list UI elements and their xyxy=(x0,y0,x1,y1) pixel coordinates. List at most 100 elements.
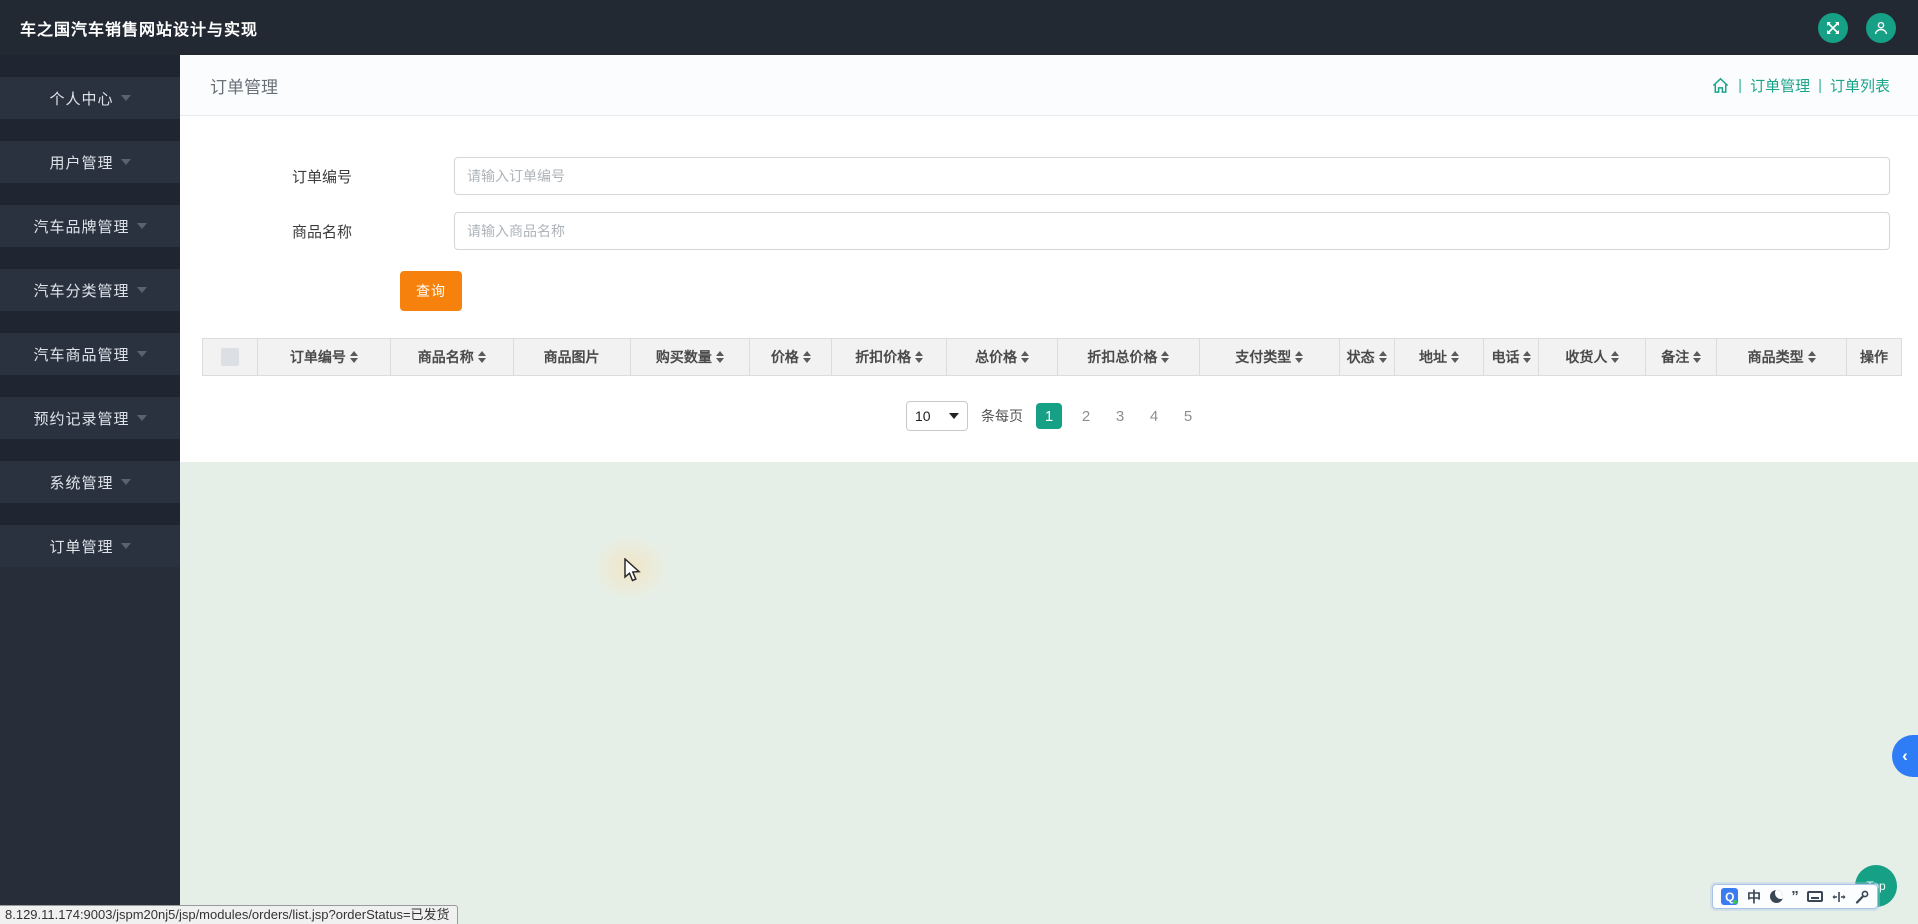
page-button[interactable]: 3 xyxy=(1110,403,1130,429)
table-column-header[interactable]: 地址 xyxy=(1395,339,1485,375)
ime-toolbar: Q 中 ” xyxy=(1712,884,1878,909)
sidebar-item[interactable]: 系统管理 xyxy=(0,461,180,503)
sidebar-menu: 个人中心 用户管理 汽车品牌管理 汽车分类管理 汽车商品管理 预约记录管理 系统… xyxy=(0,55,180,567)
table-column-header[interactable]: 商品类型 xyxy=(1717,339,1848,375)
breadcrumb: | 订单管理 | 订单列表 xyxy=(1711,75,1918,96)
sidebar-item[interactable]: 预约记录管理 xyxy=(0,397,180,439)
content-panel: 订单管理 | 订单管理 | 订单列表 订单编号 请输入订单编号 商品名称 请输入… xyxy=(180,55,1918,462)
page-header: 订单管理 | 订单管理 | 订单列表 xyxy=(180,55,1918,116)
sidebar-item[interactable]: 汽车商品管理 xyxy=(0,333,180,375)
sidebar-item-label: 系统管理 xyxy=(49,474,114,492)
click-highlight xyxy=(592,535,668,601)
table-column-header[interactable]: 商品名称 xyxy=(391,339,514,375)
user-icon xyxy=(1873,20,1889,36)
column-label: 地址 xyxy=(1419,349,1448,365)
sogou-logo-icon[interactable]: Q xyxy=(1721,888,1739,905)
page-size-select[interactable]: 10 xyxy=(906,401,968,431)
table-column-header[interactable]: 总价格 xyxy=(947,339,1058,375)
app-title: 车之国汽车销售网站设计与实现 xyxy=(20,21,259,39)
chevron-down-icon xyxy=(136,415,147,421)
sort-icon[interactable] xyxy=(349,351,358,363)
sidebar-item-label: 个人中心 xyxy=(49,90,114,108)
topbar-actions xyxy=(1818,12,1918,43)
table-column-header[interactable]: 订单编号 xyxy=(258,339,391,375)
chevron-down-icon xyxy=(120,95,131,101)
page-button[interactable]: 2 xyxy=(1076,403,1096,429)
table-column-header[interactable]: 收货人 xyxy=(1539,339,1647,375)
chevron-down-icon xyxy=(949,413,959,419)
page-button[interactable]: 4 xyxy=(1144,403,1164,429)
column-label: 订单编号 xyxy=(289,349,346,365)
table-column-header[interactable]: 支付类型 xyxy=(1200,339,1340,375)
sort-icon[interactable] xyxy=(1807,351,1816,363)
breadcrumb-separator: | xyxy=(1738,76,1743,94)
sort-icon[interactable] xyxy=(715,351,724,363)
text-input[interactable] xyxy=(454,212,1890,250)
field-label: 商品名称 xyxy=(292,223,353,241)
sort-icon[interactable] xyxy=(1161,351,1170,363)
chevron-down-icon xyxy=(136,351,147,357)
sort-icon[interactable] xyxy=(1523,351,1532,363)
table-column-header[interactable]: 商品图片 xyxy=(514,339,631,375)
sort-icon[interactable] xyxy=(1451,351,1460,363)
table-column-header[interactable] xyxy=(203,339,258,375)
table-column-header[interactable]: 折扣总价格 xyxy=(1058,339,1200,375)
sidebar-item-label: 用户管理 xyxy=(49,154,114,172)
home-icon[interactable] xyxy=(1711,76,1730,95)
cursor-split-icon[interactable] xyxy=(1832,891,1846,903)
table-column-header[interactable]: 价格 xyxy=(750,339,833,375)
sort-icon[interactable] xyxy=(1611,351,1620,363)
sidebar-item[interactable]: 汽车分类管理 xyxy=(0,269,180,311)
table-column-header[interactable]: 备注 xyxy=(1646,339,1718,375)
sidebar-item[interactable]: 汽车品牌管理 xyxy=(0,205,180,247)
punctuation-icon[interactable]: ” xyxy=(1791,889,1799,904)
sort-icon[interactable] xyxy=(1021,351,1030,363)
wrench-icon[interactable] xyxy=(1855,890,1869,904)
chevron-left-icon: ‹ xyxy=(1902,746,1908,765)
table-column-header[interactable]: 购买数量 xyxy=(631,339,751,375)
table-column-header[interactable]: 操作 xyxy=(1847,339,1901,375)
breadcrumb-link[interactable]: 订单列表 xyxy=(1830,75,1890,96)
field-label: 订单编号 xyxy=(292,168,353,186)
search-button[interactable]: 查询 xyxy=(400,271,462,311)
breadcrumb-link[interactable]: 订单管理 xyxy=(1750,75,1810,96)
select-all-checkbox[interactable] xyxy=(220,348,239,366)
sort-icon[interactable] xyxy=(802,351,811,363)
chevron-down-icon xyxy=(136,223,147,229)
chevron-down-icon xyxy=(120,479,131,485)
content-area: 订单管理 | 订单管理 | 订单列表 订单编号 请输入订单编号 商品名称 请输入… xyxy=(180,55,1918,924)
fullscreen-icon xyxy=(1825,20,1841,36)
page-button[interactable]: 5 xyxy=(1178,403,1198,429)
column-label: 收货人 xyxy=(1565,349,1608,365)
sidebar: 个人中心 用户管理 汽车品牌管理 汽车分类管理 汽车商品管理 预约记录管理 系统… xyxy=(0,55,180,924)
page-buttons: 1 2 3 4 5 xyxy=(1036,403,1198,429)
column-label: 折扣价格 xyxy=(855,349,912,365)
page-title: 订单管理 xyxy=(210,77,278,97)
page-size-value: 10 xyxy=(915,408,931,424)
column-label: 支付类型 xyxy=(1235,349,1292,365)
moon-icon[interactable] xyxy=(1769,890,1783,903)
sort-icon[interactable] xyxy=(1693,351,1702,363)
text-input[interactable] xyxy=(454,157,1890,195)
keyboard-icon[interactable] xyxy=(1807,891,1824,902)
per-page-label: 条每页 xyxy=(981,408,1023,424)
fullscreen-button[interactable] xyxy=(1818,12,1848,43)
table-column-header[interactable]: 状态 xyxy=(1340,339,1395,375)
sidebar-item[interactable]: 订单管理 xyxy=(0,525,180,567)
sort-icon[interactable] xyxy=(1295,351,1304,363)
page-button[interactable]: 1 xyxy=(1036,403,1062,429)
sidebar-item[interactable]: 用户管理 xyxy=(0,141,180,183)
status-url-tooltip: 8.129.11.174:9003/jspm20nj5/jsp/modules/… xyxy=(0,905,458,924)
pagination: 10 条每页 1 2 3 4 5 xyxy=(202,401,1902,431)
chinese-mode-icon[interactable]: 中 xyxy=(1747,887,1761,907)
sort-icon[interactable] xyxy=(477,351,486,363)
chevron-down-icon xyxy=(120,543,131,549)
table-column-header[interactable]: 电话 xyxy=(1484,339,1540,375)
sidebar-item-label: 汽车品牌管理 xyxy=(33,218,130,236)
sort-icon[interactable] xyxy=(1378,351,1387,363)
sort-icon[interactable] xyxy=(915,351,924,363)
user-profile-button[interactable] xyxy=(1866,12,1896,43)
sidebar-item-label: 订单管理 xyxy=(49,538,114,556)
table-column-header[interactable]: 折扣价格 xyxy=(832,339,948,375)
sidebar-item[interactable]: 个人中心 xyxy=(0,77,180,119)
